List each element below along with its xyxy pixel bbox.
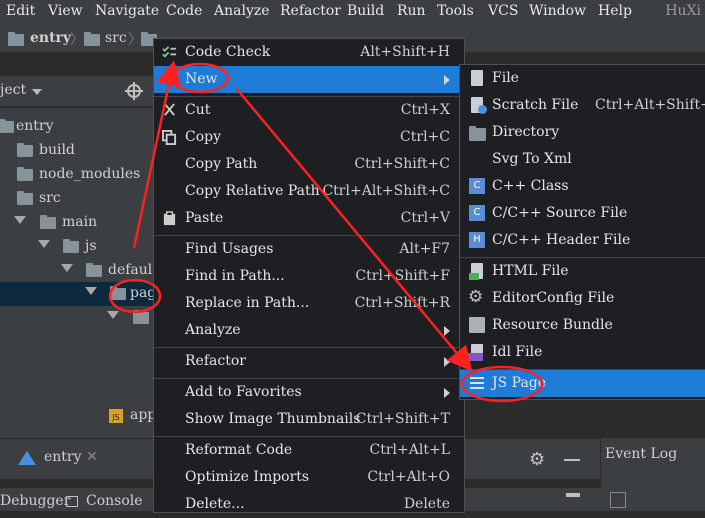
annotation-arrow-to-js-page: [235, 87, 473, 372]
annotation-circle-js-page: [460, 365, 544, 403]
annotation-circle-new: [170, 62, 230, 94]
annotation-arrow-to-new: [132, 60, 182, 249]
annotation-overlay: [108, 60, 544, 403]
annotation-circle-pages: [108, 278, 162, 314]
